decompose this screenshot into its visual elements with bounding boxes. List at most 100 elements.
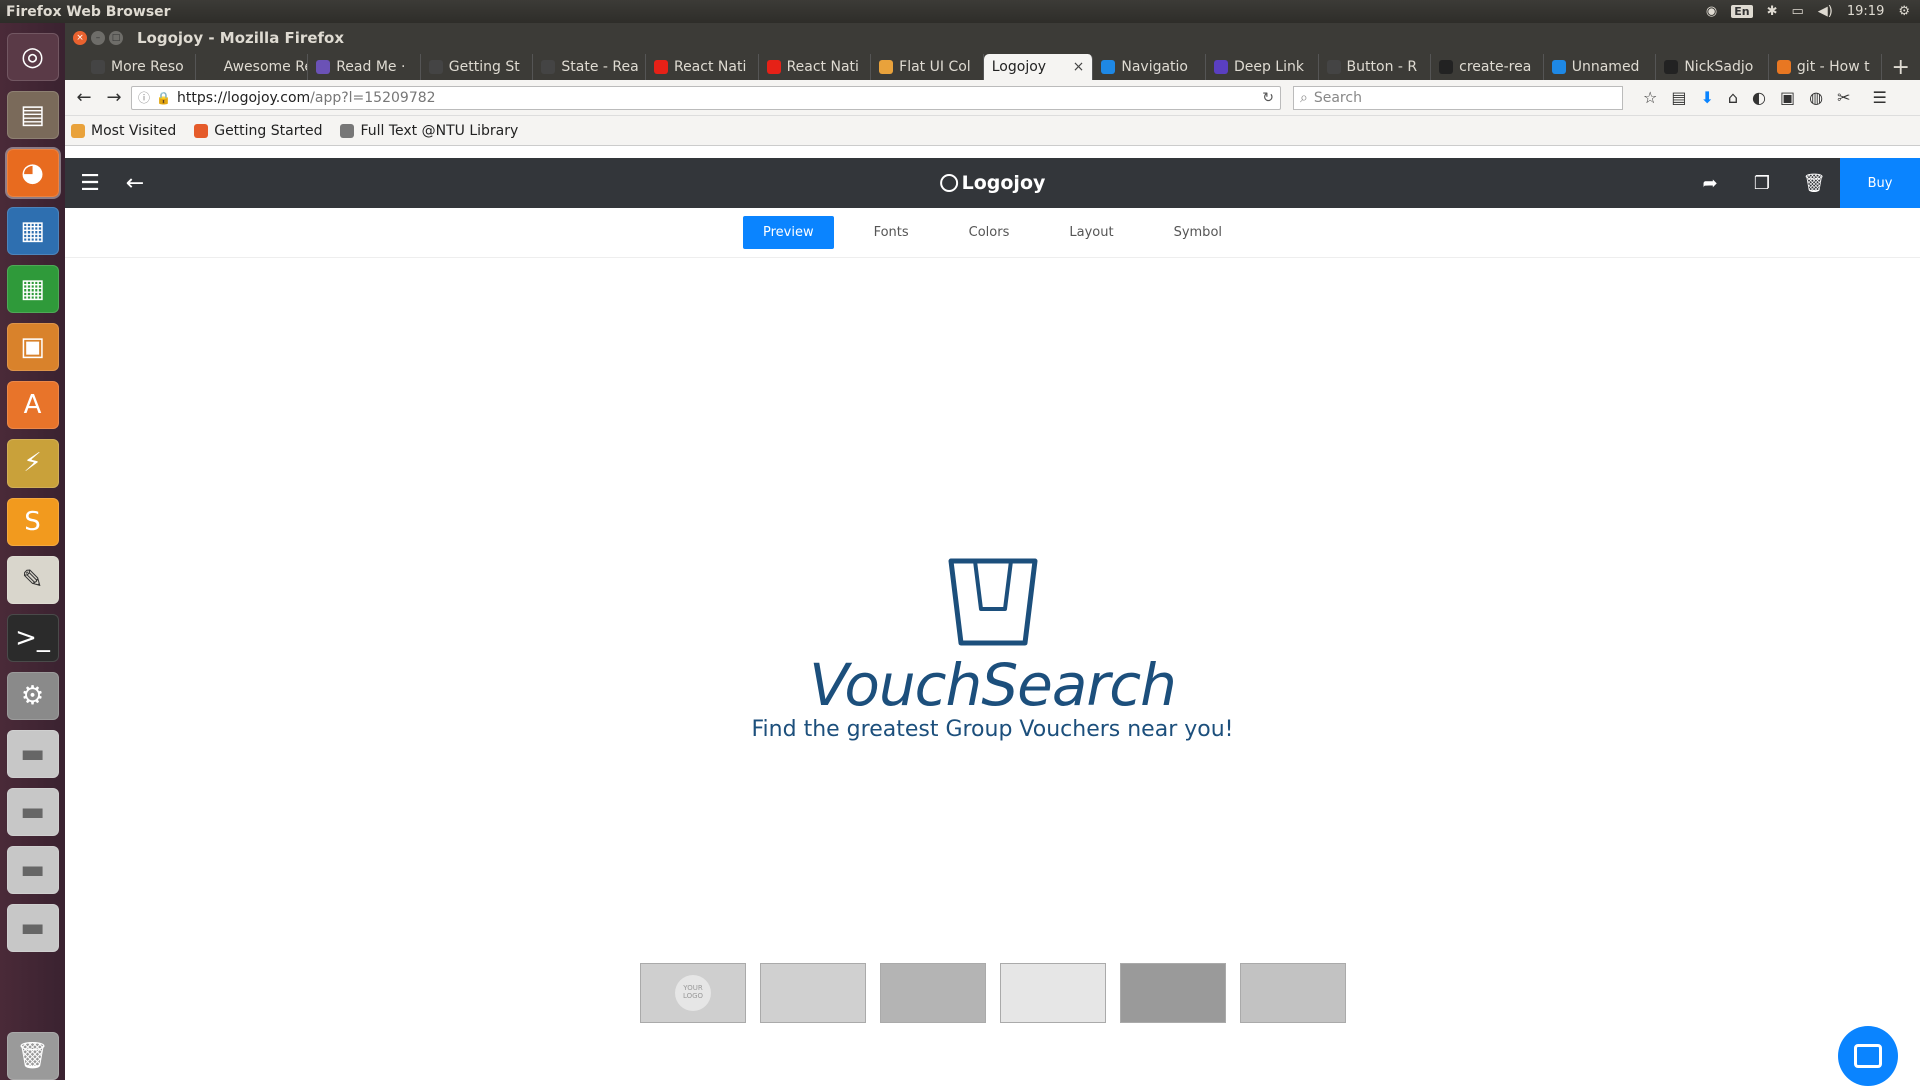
extension-icon[interactable]: ◍: [1809, 88, 1823, 107]
downloads-icon[interactable]: ⬇: [1700, 88, 1713, 107]
info-icon[interactable]: ⓘ: [138, 89, 150, 106]
mockup-thumbnail[interactable]: [880, 963, 986, 1023]
extension-icon[interactable]: ▣: [1780, 88, 1795, 107]
duplicate-icon[interactable]: ❐: [1736, 173, 1788, 194]
hamburger-menu-icon[interactable]: ☰: [65, 171, 115, 196]
mockup-thumbnail[interactable]: [760, 963, 866, 1023]
browser-tab[interactable]: create-rea: [1431, 54, 1544, 80]
reload-icon[interactable]: ↻: [1262, 90, 1274, 106]
tab-strip: More Reso Awesome Re Read Me · Getting St St…: [65, 52, 1920, 80]
pocket-icon[interactable]: ◐: [1752, 88, 1766, 107]
drive-icon[interactable]: ▬: [6, 787, 59, 836]
back-arrow-icon[interactable]: ←: [71, 85, 97, 111]
tab-fonts[interactable]: Fonts: [854, 216, 929, 249]
tab-layout[interactable]: Layout: [1049, 216, 1133, 249]
mockup-thumbnails: YOUR LOGO: [640, 963, 1346, 1023]
mockup-thumbnail[interactable]: [1000, 963, 1106, 1023]
battery-icon[interactable]: ▭: [1792, 4, 1804, 19]
url-text[interactable]: https://logojoy.com/app?l=15209782: [177, 90, 1256, 106]
home-icon[interactable]: ⌂: [1728, 88, 1738, 107]
browser-tab[interactable]: State - Rea: [533, 54, 646, 80]
trash-icon[interactable]: 🗑: [6, 1032, 59, 1081]
tab-label: Deep Link: [1233, 59, 1304, 75]
browser-tab[interactable]: Awesome Re: [196, 54, 309, 80]
browser-tab[interactable]: React Nati: [646, 54, 759, 80]
your-logo-placeholder: YOUR LOGO: [675, 975, 711, 1011]
settings-gear-icon[interactable]: ⚙: [1898, 4, 1910, 19]
browser-tab[interactable]: React Nati: [759, 54, 872, 80]
unity-launcher: ◎ ▤ ◕ ▦ ▦ ▣ A ⚡ S ✎ >_ ⚙ ▬ ▬ ▬ ▬ 🗑: [0, 23, 65, 1081]
browser-tab[interactable]: Button - R: [1319, 54, 1432, 80]
tab-label: More Reso: [111, 59, 184, 75]
terminal-icon[interactable]: >_: [6, 613, 59, 662]
maximize-window-button[interactable]: □: [109, 30, 123, 45]
chat-widget-button[interactable]: [1838, 1026, 1898, 1086]
browser-tab[interactable]: git - How t: [1769, 54, 1882, 80]
buy-button[interactable]: Buy: [1840, 158, 1920, 208]
software-center-icon[interactable]: A: [6, 381, 59, 430]
keyboard-layout-indicator[interactable]: En: [1731, 5, 1753, 18]
files-icon[interactable]: ▤: [6, 91, 59, 140]
browser-tab[interactable]: NickSadjo: [1656, 54, 1769, 80]
sublime-text-icon[interactable]: S: [6, 497, 59, 546]
logojoy-logo[interactable]: Logojoy: [939, 172, 1046, 194]
volume-icon[interactable]: ◀): [1818, 4, 1833, 19]
wifi-icon[interactable]: ◉: [1706, 4, 1717, 19]
tab-colors[interactable]: Colors: [949, 216, 1030, 249]
browser-tab[interactable]: Navigatio: [1093, 54, 1206, 80]
tab-symbol[interactable]: Symbol: [1154, 216, 1242, 249]
favicon-icon: [316, 60, 331, 74]
library-icon[interactable]: ▤: [1671, 88, 1686, 107]
cup-symbol-icon: [948, 558, 1037, 646]
calc-icon[interactable]: ▦: [6, 265, 59, 314]
drive-icon[interactable]: ▬: [6, 729, 59, 778]
bookmark-item[interactable]: Getting Started: [194, 123, 322, 139]
tab-label: Navigatio: [1121, 59, 1188, 75]
close-window-button[interactable]: ×: [73, 30, 87, 45]
drive-icon[interactable]: ▬: [6, 903, 59, 952]
bookmark-item[interactable]: Most Visited: [71, 123, 176, 139]
bookmarks-toolbar: Most Visited Getting Started Full Text @NT…: [65, 116, 1920, 146]
system-settings-icon[interactable]: ⚙: [6, 671, 59, 720]
search-input[interactable]: ⌕ Search: [1293, 85, 1623, 110]
firefox-icon[interactable]: ◕: [4, 147, 61, 200]
hamburger-menu-icon[interactable]: ☰: [1873, 88, 1887, 107]
logojoy-ring-icon: [939, 174, 958, 192]
clock[interactable]: 19:19: [1847, 4, 1884, 19]
back-arrow-icon[interactable]: ←: [115, 171, 155, 196]
tab-label: NickSadjo: [1684, 59, 1754, 75]
browser-tab[interactable]: Logojoy ×: [983, 54, 1094, 80]
diagram-tool-icon[interactable]: ⚡: [6, 439, 59, 488]
share-icon[interactable]: ➦: [1684, 173, 1736, 194]
search-placeholder: Search: [1313, 89, 1362, 106]
tab-preview[interactable]: Preview: [742, 216, 834, 249]
impress-icon[interactable]: ▣: [6, 323, 59, 372]
browser-tab[interactable]: Getting St: [421, 54, 534, 80]
url-bar[interactable]: ⓘ 🔒 https://logojoy.com/app?l=15209782 ↻: [131, 85, 1281, 110]
brand-name: Logojoy: [961, 172, 1046, 194]
drive-icon[interactable]: ▬: [6, 845, 59, 894]
browser-tab[interactable]: More Reso: [83, 54, 196, 80]
favicon-icon: [879, 60, 894, 74]
trash-icon[interactable]: 🗑: [1788, 173, 1840, 194]
minimize-window-button[interactable]: –: [91, 30, 105, 45]
extension-icon[interactable]: ✂: [1837, 88, 1850, 107]
tab-label: Logojoy: [991, 59, 1047, 75]
bookmark-star-icon[interactable]: ☆: [1643, 88, 1657, 107]
mockup-thumbnail[interactable]: [1120, 963, 1226, 1023]
browser-tab[interactable]: Read Me ·: [308, 54, 421, 80]
mockup-thumbnail[interactable]: [1240, 963, 1346, 1023]
writer-icon[interactable]: ▦: [6, 207, 59, 256]
mockup-thumbnail[interactable]: YOUR LOGO: [640, 963, 746, 1023]
text-editor-icon[interactable]: ✎: [6, 555, 59, 604]
browser-tab[interactable]: Deep Link: [1206, 54, 1319, 80]
favicon-icon: [1776, 60, 1791, 74]
bookmark-item[interactable]: Full Text @NTU Library: [340, 123, 518, 139]
close-tab-icon[interactable]: ×: [1073, 59, 1085, 75]
new-tab-button[interactable]: +: [1882, 55, 1920, 80]
forward-arrow-icon[interactable]: →: [101, 85, 127, 111]
browser-tab[interactable]: Flat UI Col: [871, 54, 984, 80]
browser-tab[interactable]: Unnamed: [1544, 54, 1657, 80]
dash-home-icon[interactable]: ◎: [6, 33, 59, 82]
bluetooth-icon[interactable]: ✱: [1767, 4, 1778, 19]
